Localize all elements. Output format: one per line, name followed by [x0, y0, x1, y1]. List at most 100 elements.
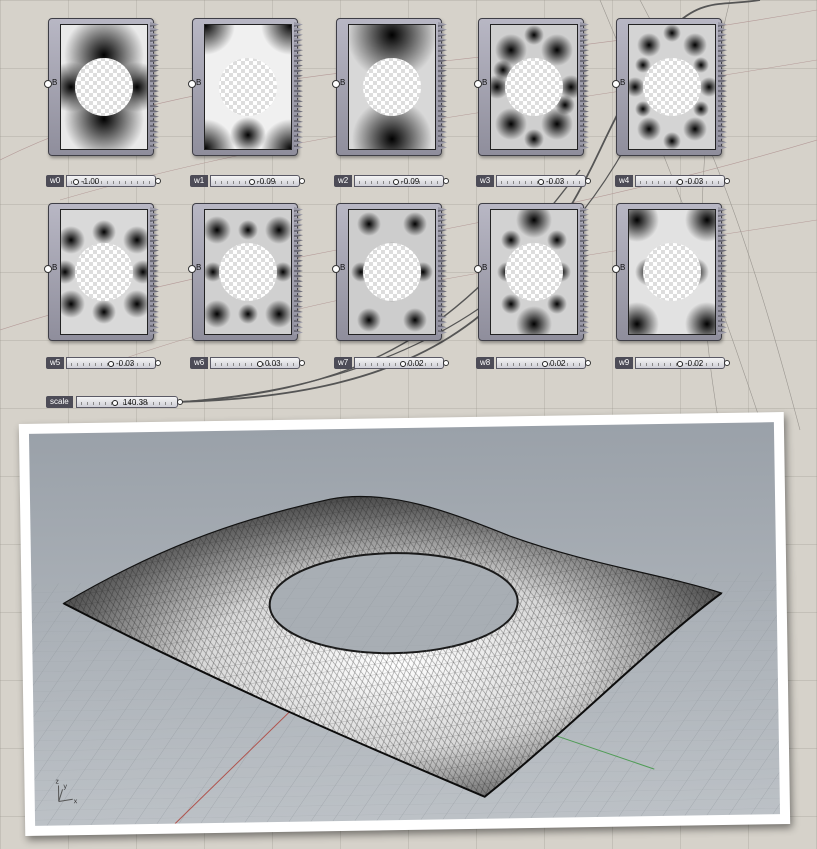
slider-knob[interactable] [393, 179, 399, 185]
slider-knob[interactable] [249, 179, 255, 185]
slider-knob[interactable] [112, 400, 118, 406]
slider-value: -0.09 [401, 177, 420, 186]
slider-output-port[interactable] [155, 178, 161, 184]
node-input-label: B [52, 263, 58, 272]
slider-name: w3 [476, 175, 495, 187]
slider-ticks [359, 181, 439, 184]
weight-slider[interactable]: w5 -0.03 [46, 357, 161, 369]
weight-slider[interactable]: w3 -0.03 [476, 175, 591, 187]
slider-knob[interactable] [73, 179, 79, 185]
slider-output-port[interactable] [585, 360, 591, 366]
slider-ticks [215, 363, 295, 366]
slider-track[interactable]: -0.02 [635, 357, 725, 369]
weight-slider[interactable]: w2 -0.09 [334, 175, 449, 187]
slider-name: w5 [46, 357, 65, 369]
slider-name: w6 [190, 357, 209, 369]
basis-image [204, 24, 292, 150]
slider-output-port[interactable] [299, 178, 305, 184]
node-input-port[interactable] [612, 80, 620, 88]
slider-output-port[interactable] [299, 360, 305, 366]
image-node[interactable]: B [332, 18, 447, 156]
slider-output-port[interactable] [155, 360, 161, 366]
slider-knob[interactable] [542, 361, 548, 367]
viewport-scene: x y z [31, 495, 781, 826]
weight-slider[interactable]: w6 0.03 [190, 357, 305, 369]
node-input-port[interactable] [332, 265, 340, 273]
slider-ticks [359, 363, 439, 366]
slider-knob[interactable] [677, 179, 683, 185]
slider-knob[interactable] [538, 179, 544, 185]
slider-track[interactable]: -0.03 [496, 175, 586, 187]
image-node[interactable]: B [474, 203, 589, 341]
slider-track[interactable]: 140.38 [76, 396, 178, 408]
slider-name: w2 [334, 175, 353, 187]
slider-output-port[interactable] [724, 178, 730, 184]
weight-slider[interactable]: w0 -1.00 [46, 175, 161, 187]
scale-slider[interactable]: scale 140.38 [46, 396, 183, 408]
slider-name: w7 [334, 357, 353, 369]
slider-knob[interactable] [400, 361, 406, 367]
slider-output-port[interactable] [177, 399, 183, 405]
slider-track[interactable]: 0.02 [496, 357, 586, 369]
image-node[interactable]: B [188, 18, 303, 156]
node-input-label: B [620, 263, 626, 272]
image-node[interactable]: B [474, 18, 589, 156]
slider-name: scale [46, 396, 73, 408]
node-input-port[interactable] [612, 265, 620, 273]
slider-knob[interactable] [108, 361, 114, 367]
image-node[interactable]: B [612, 18, 727, 156]
axis-x-label: x [74, 798, 78, 805]
axis-z-label: z [55, 778, 59, 785]
slider-output-port[interactable] [443, 360, 449, 366]
weight-slider[interactable]: w9 -0.02 [615, 357, 730, 369]
node-input-label: B [196, 78, 202, 87]
node-input-port[interactable] [188, 80, 196, 88]
slider-output-port[interactable] [585, 178, 591, 184]
slider-track[interactable]: -0.09 [210, 175, 300, 187]
slider-track[interactable]: -0.03 [66, 357, 156, 369]
rhino-viewport[interactable]: x y z [28, 422, 781, 826]
slider-track[interactable]: 0.03 [210, 357, 300, 369]
weight-slider[interactable]: w4 -0.03 [615, 175, 730, 187]
node-input-port[interactable] [44, 80, 52, 88]
node-input-port[interactable] [188, 265, 196, 273]
node-input-label: B [196, 263, 202, 272]
weight-slider[interactable]: w1 -0.09 [190, 175, 305, 187]
node-edge [294, 22, 303, 150]
node-edge [150, 207, 159, 335]
image-node[interactable]: B [332, 203, 447, 341]
slider-name: w9 [615, 357, 634, 369]
slider-track[interactable]: 0.02 [354, 357, 444, 369]
node-input-label: B [620, 78, 626, 87]
node-input-label: B [482, 263, 488, 272]
basis-image [628, 24, 716, 150]
image-node[interactable]: B [44, 18, 159, 156]
image-node[interactable]: B [44, 203, 159, 341]
slider-output-port[interactable] [443, 178, 449, 184]
node-input-port[interactable] [474, 265, 482, 273]
slider-knob[interactable] [257, 361, 263, 367]
slider-value: -0.03 [546, 177, 565, 186]
weight-slider[interactable]: w8 0.02 [476, 357, 591, 369]
basis-image [628, 209, 716, 335]
slider-track[interactable]: -0.03 [635, 175, 725, 187]
basis-image [348, 24, 436, 150]
image-node[interactable]: B [188, 203, 303, 341]
node-input-label: B [52, 78, 58, 87]
image-node[interactable]: B [612, 203, 727, 341]
basis-image [204, 209, 292, 335]
slider-output-port[interactable] [724, 360, 730, 366]
slider-track[interactable]: -0.09 [354, 175, 444, 187]
node-input-port[interactable] [474, 80, 482, 88]
node-input-port[interactable] [332, 80, 340, 88]
node-edge [580, 207, 589, 335]
slider-name: w8 [476, 357, 495, 369]
slider-track[interactable]: -1.00 [66, 175, 156, 187]
basis-image [348, 209, 436, 335]
slider-knob[interactable] [677, 361, 683, 367]
slider-name: w4 [615, 175, 634, 187]
node-input-port[interactable] [44, 265, 52, 273]
weight-slider[interactable]: w7 0.02 [334, 357, 449, 369]
slider-value: 140.38 [123, 398, 148, 407]
node-edge [294, 207, 303, 335]
